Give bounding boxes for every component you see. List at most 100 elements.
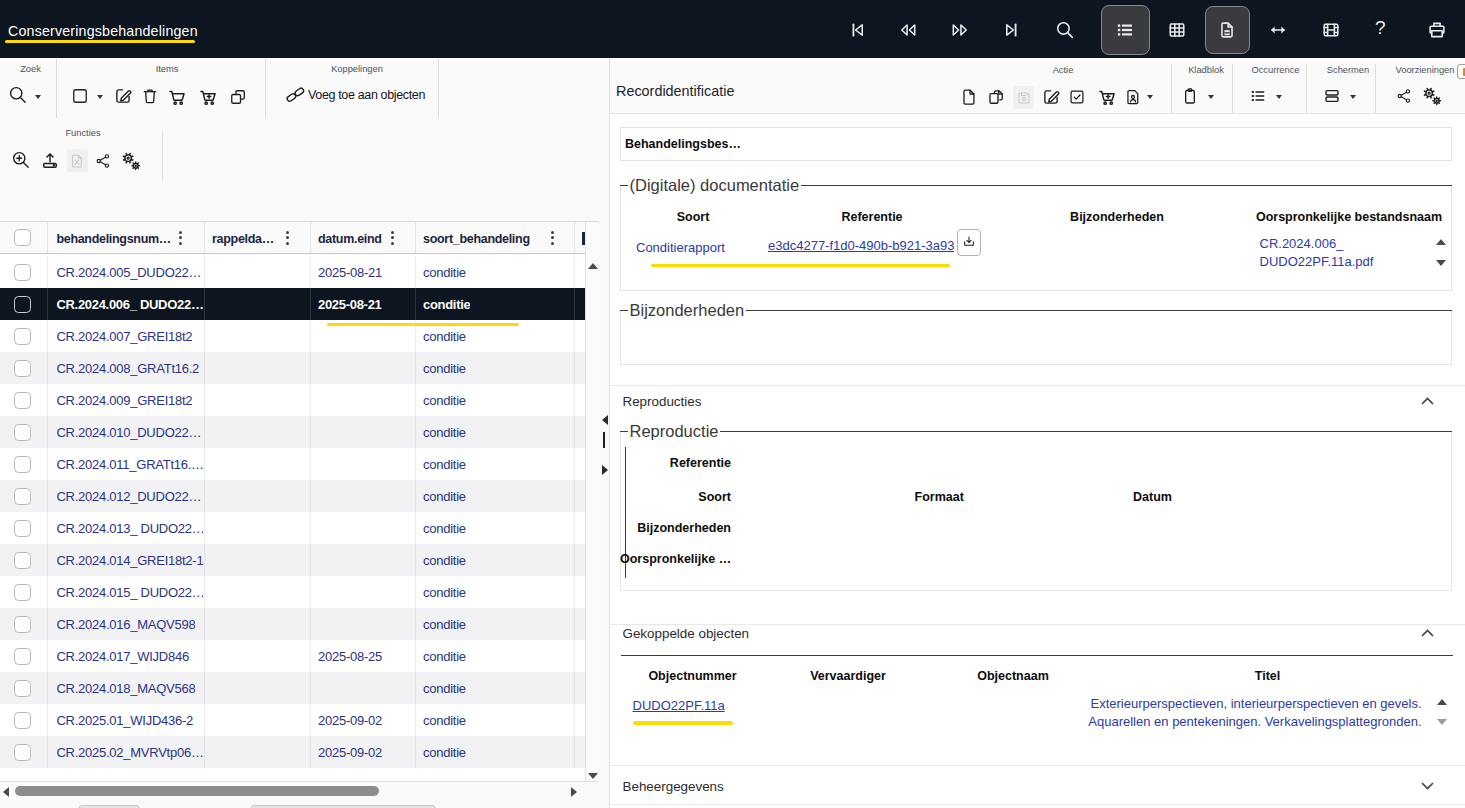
caret-down-icon[interactable] [1276,95,1282,99]
table-row[interactable]: CR.2024.006_ DUDO22… 2025-08-21 conditie [0,288,585,320]
collapse-section-icon[interactable] [1421,397,1434,405]
column-header-behandelingsnummer[interactable]: behandelingsnum… [56,232,171,246]
expand-section-icon[interactable] [1421,782,1434,790]
list-view-button-active[interactable] [1101,5,1150,55]
row-checkbox[interactable] [14,680,31,697]
table-row[interactable]: CR.2024.015_ DUDO22… conditie [0,576,585,608]
behandeling-fieldbox[interactable] [620,127,1452,161]
column-header-rappeldatum[interactable]: rappelda… [212,232,274,246]
row-checkbox[interactable] [14,360,31,377]
copy-record-icon[interactable] [986,87,1006,107]
splitter-handle[interactable] [603,432,606,448]
row-checkbox[interactable] [14,520,31,537]
scroll-right-icon[interactable] [571,787,577,797]
caret-down-icon[interactable] [35,95,41,99]
fast-forward-icon[interactable] [949,19,971,41]
splitter-collapse-left-icon[interactable] [602,415,608,425]
row-checkbox[interactable] [14,264,31,281]
expand-horizontal-icon[interactable] [1267,19,1289,41]
table-row[interactable]: CR.2024.016_MAQV598 conditie [0,608,585,640]
share-icon[interactable] [94,152,111,169]
share-icon[interactable] [1396,87,1413,104]
occurrence-up-icon[interactable] [1436,239,1446,245]
clipboard-icon[interactable] [1180,86,1200,106]
search-dropdown-icon[interactable] [8,85,29,106]
table-row[interactable]: CR.2024.011_GRATt16.… conditie [0,448,585,480]
row-checkbox[interactable] [14,552,31,569]
table-row[interactable]: CR.2024.013_ DUDO22… conditie [0,512,585,544]
column-header-soort-behandeling[interactable]: soort_behandeling [423,232,530,246]
settings-icon[interactable] [120,150,143,173]
row-checkbox[interactable] [14,616,31,633]
help-icon[interactable]: ? [1375,17,1386,39]
grid-view-icon[interactable] [1166,19,1188,41]
table-row[interactable]: CR.2024.012_DUDO22… conditie [0,480,585,512]
row-checkbox[interactable] [14,712,31,729]
approve-icon[interactable] [1068,87,1087,106]
list-bulleted-icon[interactable] [1248,86,1268,106]
row-checkbox[interactable] [14,424,31,441]
table-row[interactable]: CR.2024.010_DUDO22… conditie [0,416,585,448]
new-record-icon[interactable] [959,87,979,107]
table-row[interactable]: CR.2024.008_GRATt16.2 conditie [0,352,585,384]
settings-icon[interactable] [1421,85,1444,108]
caret-down-icon[interactable] [1350,95,1356,99]
caret-down-icon[interactable] [1208,95,1214,99]
row-checkbox[interactable] [14,648,31,665]
vertical-scrollbar[interactable] [585,222,599,781]
caret-down-icon[interactable] [97,95,103,99]
column-header-datum-eind[interactable]: datum.eind [318,232,382,246]
rows-stacked-icon[interactable] [1322,86,1342,106]
row-checkbox[interactable] [14,456,31,473]
film-strip-icon[interactable] [1320,19,1342,41]
copy-icon[interactable] [228,87,248,107]
row-checkbox[interactable] [14,296,31,313]
corner-popup-clipped[interactable] [1457,64,1465,79]
doc-soort-value[interactable]: Conditierapport [636,240,725,255]
column-menu-icon[interactable] [178,231,182,245]
gek-objectnummer-link[interactable]: DUDO22PF.11a [633,698,725,713]
table-row[interactable]: CR.2024.005_DUDO22… 2025-08-21 conditie [0,256,585,288]
splitter-collapse-right-icon[interactable] [602,465,608,475]
zoom-in-icon[interactable] [10,150,31,171]
table-row[interactable]: CR.2024.014_GREI18t2-1 conditie [0,544,585,576]
document-view-button-active[interactable] [1205,6,1251,54]
delete-icon[interactable] [140,86,160,106]
occurrence-up-icon[interactable] [1437,699,1447,705]
search-icon[interactable] [1054,19,1076,41]
edit-icon[interactable] [112,86,133,107]
select-checkbox-icon[interactable] [70,86,90,106]
row-checkbox[interactable] [14,744,31,761]
occurrence-down-icon[interactable] [1436,260,1446,266]
doc-bestandsnaam-value[interactable]: CR.2024.006_ DUDO22PF.11a.pdf [1260,235,1374,272]
horizontal-scrollbar-thumb[interactable] [15,786,379,796]
scroll-down-icon[interactable] [588,773,598,779]
table-row[interactable]: CR.2024.009_GREI18t2 conditie [0,384,585,416]
scroll-left-icon[interactable] [3,787,9,797]
rewind-icon[interactable] [897,19,919,41]
row-checkbox[interactable] [14,328,31,345]
skip-to-last-icon[interactable] [1000,19,1022,41]
row-checkbox[interactable] [14,392,31,409]
scroll-up-icon[interactable] [588,263,598,269]
column-menu-icon[interactable] [551,231,555,245]
occurrence-down-icon[interactable] [1437,719,1447,725]
table-row[interactable]: CR.2024.017_WIJD846 2025-08-25 conditie [0,640,585,672]
print-icon[interactable] [1426,19,1448,41]
row-checkbox[interactable] [14,584,31,601]
collapse-section-icon[interactable] [1421,629,1434,637]
column-menu-icon[interactable] [390,231,394,245]
column-menu-icon[interactable] [286,231,290,245]
upload-icon[interactable] [39,149,61,171]
cart-add-record-icon[interactable] [1096,86,1118,108]
skip-to-first-icon[interactable] [847,19,869,41]
caret-down-icon[interactable] [1147,95,1153,99]
table-row[interactable]: CR.2024.018_MAQV568 conditie [0,672,585,704]
select-all-checkbox[interactable] [14,229,31,246]
cart-icon[interactable] [166,86,188,108]
record-person-icon[interactable] [1123,87,1142,106]
table-row[interactable]: CR.2025.02_MVRVtp06… 2025-09-02 conditie [0,736,585,768]
row-checkbox[interactable] [14,488,31,505]
cart-add-icon[interactable] [197,86,219,108]
table-row[interactable]: CR.2025.01_WIJD436-2 2025-09-02 conditie [0,704,585,736]
